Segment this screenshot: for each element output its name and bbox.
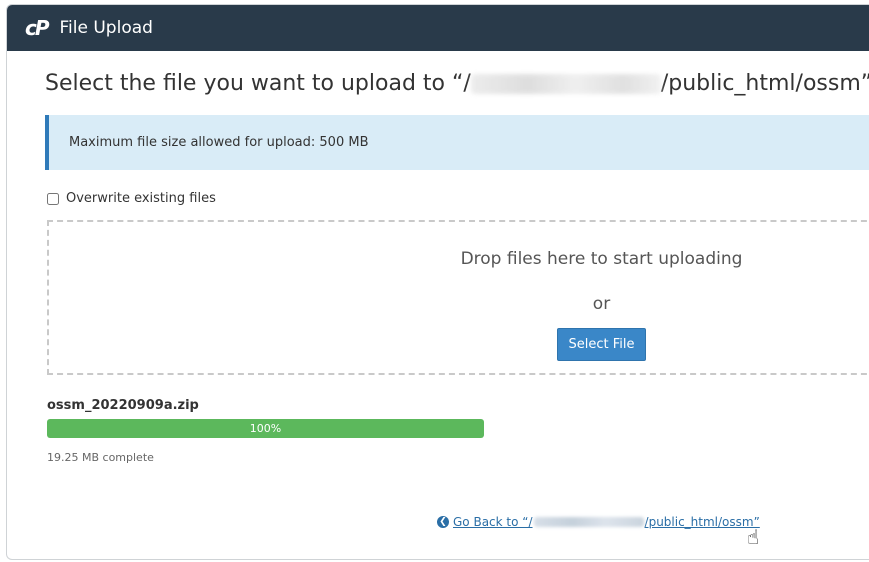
window-title: File Upload — [59, 18, 153, 38]
drop-zone[interactable]: Drop files here to start uploading or Se… — [47, 220, 869, 375]
hand-pointer-cursor-icon: ☝ — [747, 525, 760, 549]
file-upload-window: cP File Upload Select the file you want … — [6, 4, 869, 560]
go-back-link[interactable]: ❮ Go Back to “/ /public_html/ossm” — [437, 515, 760, 529]
upload-filename: ossm_20220909a.zip — [47, 398, 199, 413]
go-back-prefix: Go Back to “/ — [453, 515, 533, 529]
overwrite-label: Overwrite existing files — [66, 191, 216, 206]
overwrite-checkbox[interactable] — [47, 192, 59, 205]
redacted-path — [470, 74, 661, 94]
titlebar: cP File Upload — [7, 5, 869, 51]
page-heading: Select the file you want to upload to “/… — [45, 71, 869, 96]
upload-progress-label: 100% — [249, 422, 282, 435]
heading-prefix: Select the file you want to upload to “/ — [45, 71, 471, 96]
redacted-path-small — [533, 517, 644, 527]
overwrite-option[interactable]: Overwrite existing files — [47, 191, 216, 206]
heading-suffix: /public_html/ossm”. — [660, 71, 869, 96]
drop-zone-or: or — [592, 294, 611, 314]
select-file-button[interactable]: Select File — [557, 328, 646, 361]
upload-status: 19.25 MB complete — [47, 451, 154, 464]
content: Select the file you want to upload to “/… — [7, 71, 869, 96]
go-back-suffix: /public_html/ossm” — [644, 515, 760, 529]
drop-zone-text: Drop files here to start uploading — [460, 249, 743, 269]
max-size-text: Maximum file size allowed for upload: 50… — [69, 135, 369, 150]
upload-progress-bar: 100% — [47, 419, 484, 438]
arrow-left-circle-icon: ❮ — [437, 516, 449, 528]
max-size-alert: Maximum file size allowed for upload: 50… — [45, 115, 869, 170]
cpanel-logo-icon: cP — [25, 16, 49, 40]
upload-progress-fill: 100% — [47, 419, 484, 438]
